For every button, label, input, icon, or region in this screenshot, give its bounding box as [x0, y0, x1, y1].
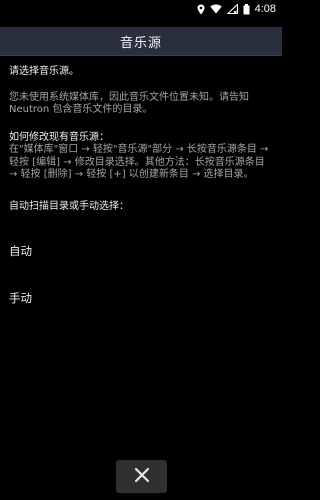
auto-option[interactable]: 自动: [9, 243, 32, 259]
status-time: 4:08: [254, 3, 276, 15]
wifi-icon: [209, 4, 222, 14]
close-icon: [134, 467, 150, 487]
title-bar: 音乐源: [0, 27, 282, 56]
explanation-text: 您未使用系统媒体库，因此音乐文件位置未知。请告知 Neutron 包含音乐文件的…: [9, 91, 249, 116]
status-bar: 4:08: [0, 0, 282, 20]
page-title: 音乐源: [119, 35, 162, 51]
content-area: 请选择音乐源。 您未使用系统媒体库，因此音乐文件位置未知。请告知 Neutron…: [9, 66, 275, 213]
status-icons: 4:08: [197, 3, 276, 15]
close-button[interactable]: [116, 460, 167, 493]
location-icon: [197, 4, 205, 15]
signal-off-icon: [226, 4, 238, 14]
manual-option[interactable]: 手动: [9, 290, 32, 306]
battery-icon: [243, 3, 250, 15]
intro-text: 请选择音乐源。: [9, 66, 79, 77]
how-to-text: 在"媒体库"窗口 → 轻按"音乐源"部分 → 长按音乐源条目 → 轻按 [编辑]…: [9, 144, 269, 180]
scan-prompt: 自动扫描目录或手动选择：: [9, 200, 129, 212]
how-to-heading: 如何修改现有音乐源：: [9, 131, 109, 143]
